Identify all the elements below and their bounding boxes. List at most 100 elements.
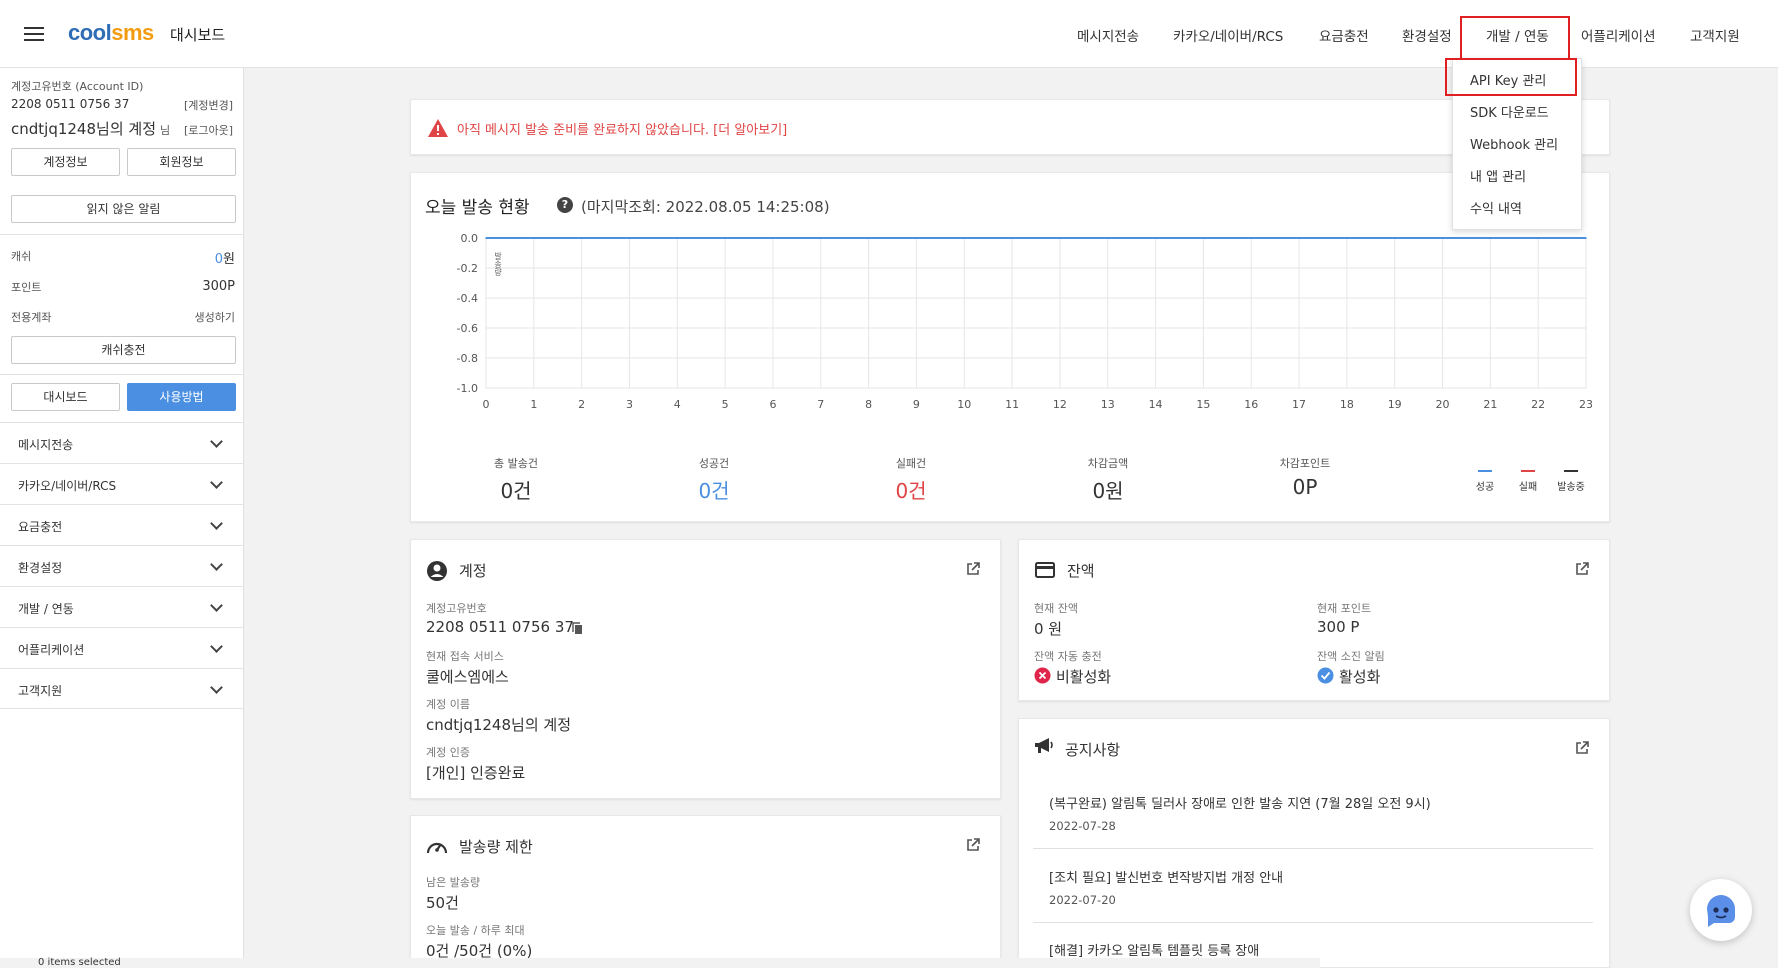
menu-icon[interactable]	[24, 27, 44, 41]
remaining-value: 50건	[426, 894, 459, 912]
point-value: 300P	[202, 279, 235, 294]
stat-success: 성공건 0건	[654, 455, 774, 504]
account-circle-icon	[427, 561, 447, 581]
notice-date: 2022-07-20	[1049, 893, 1116, 907]
warning-icon	[428, 119, 448, 137]
data-point	[1298, 237, 1300, 239]
page-title: 대시보드	[170, 26, 226, 44]
notices-card: 공지사항 (복구완료) 알림톡 딜러사 장애로 인한 발송 지연 (7월 28일…	[1018, 718, 1610, 968]
data-point	[628, 237, 631, 239]
stat-total: 총 발송건 0건	[456, 455, 576, 504]
status-strip	[0, 958, 1320, 968]
legend-line	[1564, 470, 1578, 472]
enabled-check-icon	[1317, 667, 1334, 684]
sidebar-item-support[interactable]: 고객지원	[0, 668, 243, 709]
sidebar-item-kakao[interactable]: 카카오/네이버/RCS	[0, 463, 243, 504]
data-point	[676, 237, 679, 239]
sidebar-item-settings[interactable]: 환경설정	[0, 545, 243, 586]
copy-icon[interactable]	[572, 622, 583, 635]
sidebar-item-application[interactable]: 어플리케이션	[0, 627, 243, 668]
x-tick-label: 9	[913, 398, 920, 411]
sidebar-item-label: 개발 / 연동	[18, 602, 74, 616]
data-point	[772, 237, 774, 239]
nav-settings[interactable]: 환경설정	[1402, 25, 1452, 45]
balance-card: 잔액 현재 잔액 0 원 현재 포인트 300 P 잔액 자동 충전 비활성화 …	[1018, 539, 1610, 701]
account-info-button[interactable]: 계정정보	[11, 148, 120, 176]
logo-text-a: cool	[68, 20, 112, 45]
x-tick-label: 7	[817, 398, 824, 411]
divider	[0, 374, 243, 375]
notice-title[interactable]: [조치 필요] 발신번호 변작방지법 개정 안내	[1049, 867, 1283, 886]
menu-item-sdk-download[interactable]: SDK 다운로드	[1470, 102, 1549, 121]
sidebar-item-label: 고객지원	[18, 684, 63, 698]
member-info-button[interactable]: 회원정보	[127, 148, 236, 176]
external-link-icon[interactable]	[1575, 741, 1589, 755]
menu-item-revenue[interactable]: 수익 내역	[1470, 198, 1522, 217]
coolsms-logo[interactable]: coolsms	[68, 20, 154, 46]
data-point	[1441, 237, 1444, 239]
help-icon[interactable]: ?	[557, 197, 573, 213]
external-link-icon[interactable]	[966, 838, 980, 852]
sidebar-item-message-send[interactable]: 메시지전송	[0, 422, 243, 463]
cash-charge-button[interactable]: 캐쉬충전	[11, 336, 236, 364]
data-point	[867, 237, 870, 239]
chart-annotation: 발송량	[493, 251, 502, 276]
send-limit-title: 발송량 제한	[459, 838, 533, 856]
notice-title[interactable]: (복구완료) 알림톡 딜러사 장애로 인한 발송 지연 (7월 28일 오전 9…	[1049, 793, 1431, 812]
stat-value: 0원	[1092, 479, 1124, 503]
sidebar-item-dev[interactable]: 개발 / 연동	[0, 586, 243, 627]
menu-item-my-apps[interactable]: 내 앱 관리	[1470, 166, 1526, 185]
x-tick-label: 4	[674, 398, 681, 411]
divider	[0, 234, 243, 235]
chevron-down-icon	[210, 476, 223, 489]
x-tick-label: 5	[722, 398, 729, 411]
chatbot-button[interactable]	[1690, 879, 1752, 941]
stat-label: 차감포인트	[1279, 457, 1331, 470]
stat-label: 실패건	[895, 457, 927, 470]
chevron-down-icon	[210, 681, 223, 694]
logout-link[interactable]: [로그아웃]	[184, 122, 233, 138]
unread-alerts-button[interactable]: 읽지 않은 알림	[11, 195, 236, 223]
notice-title[interactable]: [해결] 카카오 알림톡 템플릿 등록 장애	[1049, 940, 1259, 959]
change-account-link[interactable]: [계정변경]	[184, 97, 233, 113]
setup-warning-banner: 아직 메시지 발송 준비를 완료하지 않았습니다. [더 알아보기]	[410, 99, 1610, 155]
howto-button[interactable]: 사용방법	[127, 383, 236, 411]
x-tick-label: 10	[957, 398, 971, 411]
data-point	[1202, 237, 1205, 239]
dedicated-account-label: 전용계좌	[11, 311, 52, 324]
x-tick-label: 23	[1579, 398, 1593, 411]
send-limit-card: 발송량 제한 남은 발송량 50건 오늘 발송 / 하루 최대 0건 /50건 …	[410, 815, 1001, 968]
x-tick-label: 20	[1436, 398, 1450, 411]
external-link-icon[interactable]	[1575, 562, 1589, 576]
nav-support[interactable]: 고객지원	[1690, 25, 1740, 45]
verify-label: 계정 인증	[426, 746, 470, 759]
sidebar-item-charge[interactable]: 요금충전	[0, 504, 243, 545]
megaphone-icon	[1035, 738, 1053, 753]
x-tick-label: 17	[1292, 398, 1306, 411]
depletion-alert-label: 잔액 소진 알림	[1317, 650, 1385, 663]
nav-application[interactable]: 어플리케이션	[1581, 25, 1656, 45]
x-tick-label: 2	[578, 398, 585, 411]
x-tick-label: 3	[626, 398, 633, 411]
x-tick-label: 21	[1483, 398, 1497, 411]
x-tick-label: 13	[1101, 398, 1115, 411]
auto-charge-value: 비활성화	[1056, 668, 1112, 686]
menu-item-webhook[interactable]: Webhook 관리	[1470, 134, 1558, 153]
data-point	[1585, 237, 1587, 239]
external-link-icon[interactable]	[966, 562, 980, 576]
account-id-label: 계정고유번호	[426, 602, 487, 615]
data-point	[580, 237, 583, 239]
dashboard-button[interactable]: 대시보드	[11, 383, 120, 411]
warning-text[interactable]: 아직 메시지 발송 준비를 완료하지 않았습니다. [더 알아보기]	[457, 119, 787, 138]
x-tick-label: 16	[1244, 398, 1258, 411]
data-point	[1346, 237, 1348, 239]
current-balance-label: 현재 잔액	[1034, 602, 1078, 615]
create-dedicated-account-link[interactable]: 생성하기	[195, 309, 235, 325]
chevron-down-icon	[210, 599, 223, 612]
x-tick-label: 1	[530, 398, 537, 411]
nav-kakao-naver-rcs[interactable]: 카카오/네이버/RCS	[1173, 25, 1283, 45]
notice-divider	[1033, 922, 1593, 923]
nav-message-send[interactable]: 메시지전송	[1077, 25, 1139, 45]
nav-charge[interactable]: 요금충전	[1319, 25, 1369, 45]
current-point-value: 300 P	[1317, 618, 1360, 636]
